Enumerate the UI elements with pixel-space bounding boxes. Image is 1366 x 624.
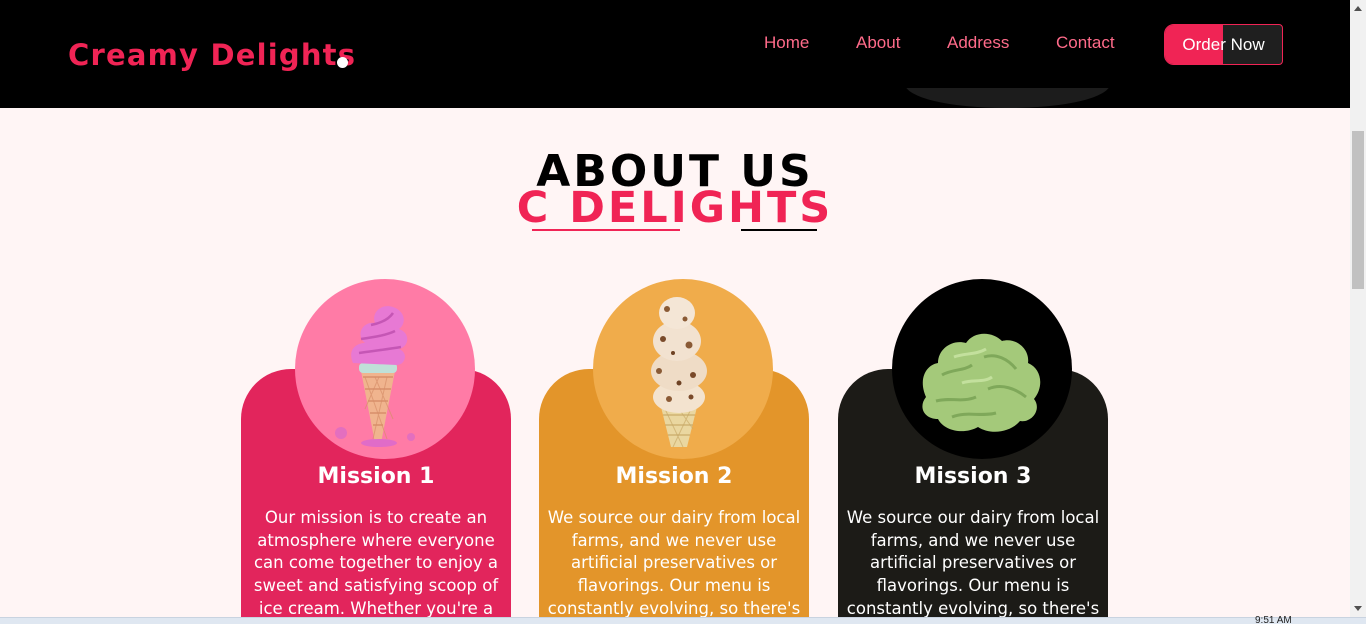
mission-1-text: Our mission is to create an atmosphere w… (253, 508, 499, 624)
subtitle-underline-black (741, 229, 817, 231)
order-now-button[interactable]: Order Now (1164, 24, 1283, 65)
nav-about-link[interactable]: About (856, 33, 900, 53)
mission-3-text: We source our dairy from local farms, an… (846, 508, 1100, 618)
subtitle-underline-pink (532, 229, 680, 231)
scrollbar-thumb[interactable] (1352, 131, 1364, 289)
os-taskbar (0, 617, 1366, 624)
mission-1-title: Mission 1 (317, 464, 435, 489)
scroll-up-arrow-icon[interactable] (1354, 6, 1362, 11)
mission-2-image (593, 279, 773, 459)
about-subtitle: C DELIGHTS (516, 183, 834, 233)
nav-contact-link[interactable]: Contact (1056, 33, 1115, 53)
nav-address-link[interactable]: Address (947, 33, 1009, 53)
logo-dot (337, 57, 348, 68)
taskbar-clock: 9:51 AM (1255, 615, 1292, 624)
site-header: Creamy Delights Home About Address Conta… (0, 0, 1350, 108)
pink-soft-serve-cone-icon (335, 306, 415, 447)
mission-1-image (295, 279, 475, 459)
mission-3-image (892, 279, 1072, 459)
scroll-down-arrow-icon[interactable] (1354, 606, 1362, 611)
mission-2-text: We source our dairy from local farms, an… (547, 508, 801, 618)
mission-2-title: Mission 2 (615, 464, 733, 489)
mission-3-title: Mission 3 (914, 464, 1032, 489)
pistachio-scoop-icon (922, 333, 1041, 432)
brand-logo[interactable]: Creamy Delights (68, 38, 356, 72)
nav-home-link[interactable]: Home (764, 33, 809, 53)
cookie-dough-cone-icon (651, 297, 707, 448)
page-scrollbar[interactable] (1350, 0, 1366, 624)
order-button-label: Order Now (1182, 35, 1265, 54)
